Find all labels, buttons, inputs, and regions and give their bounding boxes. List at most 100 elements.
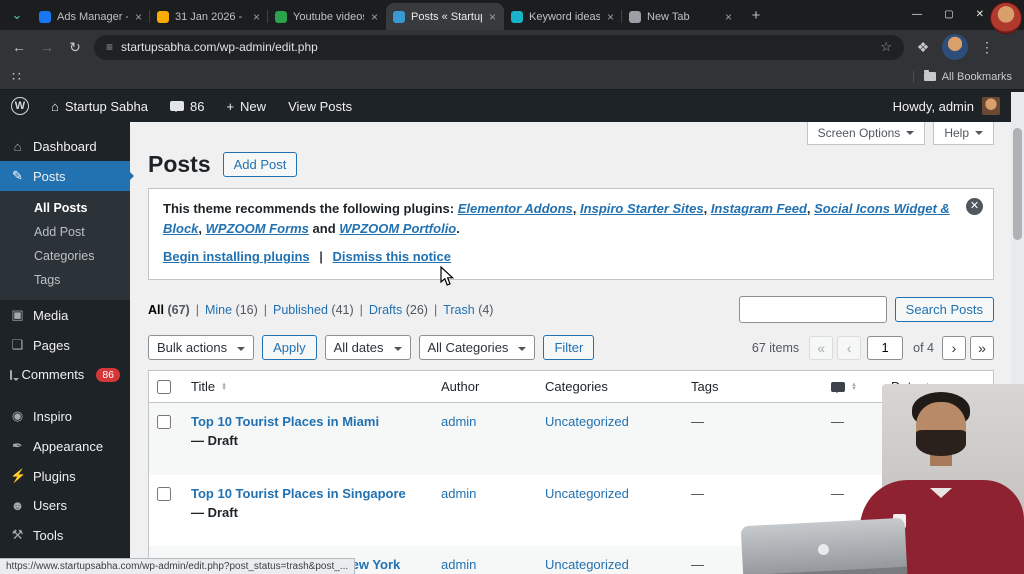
- sidebar-item-dashboard[interactable]: ⌂ Dashboard: [0, 132, 130, 161]
- close-button[interactable]: ✕: [976, 9, 984, 20]
- select-all-checkbox[interactable]: [157, 380, 171, 395]
- post-title-link[interactable]: Top 10 Tourist Places in Singapore: [191, 486, 406, 501]
- notice-part[interactable]: WPZOOM Forms: [206, 221, 309, 236]
- current-page-input[interactable]: [867, 335, 904, 360]
- scrollbar-thumb[interactable]: [1013, 128, 1022, 240]
- dismiss-notice-link[interactable]: Dismiss this notice: [333, 249, 451, 264]
- filter-link[interactable]: Drafts (26): [369, 303, 428, 317]
- prev-page-button[interactable]: ‹: [837, 335, 862, 360]
- browser-tab[interactable]: Keyword ideas - M...: [504, 3, 622, 30]
- all-categories-select[interactable]: All Categories: [418, 335, 536, 361]
- wp-logo-menu[interactable]: W: [0, 90, 40, 122]
- browser-tab[interactable]: Ads Manager - M...: [32, 3, 150, 30]
- author-link[interactable]: admin: [441, 486, 476, 501]
- filter-count: (67): [167, 302, 190, 317]
- author-link[interactable]: admin: [441, 414, 476, 429]
- bookmark-star-icon[interactable]: ☆: [880, 39, 892, 55]
- browser-tab[interactable]: New Tab: [621, 3, 740, 30]
- address-bar[interactable]: ≡ startupsabha.com/wp-admin/edit.php ☆: [94, 34, 904, 60]
- site-info-icon[interactable]: ≡: [106, 40, 113, 54]
- sidebar-item-label: Tools: [33, 527, 64, 543]
- minimize-button[interactable]: —: [912, 9, 922, 20]
- all-bookmarks[interactable]: All Bookmarks: [912, 70, 1012, 83]
- browser-tab[interactable]: Posts « Startup Sab...: [386, 3, 504, 30]
- notice-text-line: This theme recommends the following plug…: [163, 199, 959, 239]
- adminbar-new[interactable]: + New: [215, 90, 277, 122]
- browser-profile-avatar[interactable]: [942, 34, 968, 60]
- separator: |: [359, 302, 363, 317]
- notice-part[interactable]: Inspiro Starter Sites: [580, 201, 704, 216]
- submenu-item[interactable]: Tags: [0, 268, 130, 292]
- begin-installing-plugins-link[interactable]: Begin installing plugins: [163, 249, 310, 264]
- category-link[interactable]: Uncategorized: [545, 414, 629, 429]
- adminbar-account[interactable]: Howdy, admin: [893, 97, 1024, 115]
- last-page-button[interactable]: »: [970, 335, 994, 360]
- filter-link[interactable]: Mine (16): [205, 303, 258, 317]
- first-page-button[interactable]: «: [809, 335, 834, 360]
- filter-button[interactable]: Filter: [543, 335, 595, 361]
- screen-options-label: Screen Options: [817, 126, 901, 140]
- tab-favicon: [629, 10, 641, 23]
- tab-title: Keyword ideas - M...: [529, 10, 600, 23]
- browser-menu-icon[interactable]: ⋮: [978, 39, 996, 56]
- adminbar-comments[interactable]: 86: [159, 90, 215, 122]
- filter-link[interactable]: Trash (4): [443, 303, 493, 317]
- row-checkbox[interactable]: [157, 415, 171, 430]
- all-bookmarks-label: All Bookmarks: [941, 70, 1012, 83]
- post-title-link[interactable]: Top 10 Tourist Places in Miami: [191, 414, 379, 429]
- tab-close-icon[interactable]: [488, 10, 497, 24]
- category-link[interactable]: Uncategorized: [545, 486, 629, 501]
- tab-close-icon[interactable]: [134, 10, 143, 24]
- column-header-title[interactable]: Title ▲ ▼: [183, 371, 433, 402]
- submenu-item[interactable]: Add Post: [0, 220, 130, 244]
- row-checkbox[interactable]: [157, 486, 171, 501]
- search-posts-button[interactable]: Search Posts: [894, 297, 994, 323]
- apps-grid-icon[interactable]: ∷: [12, 68, 22, 85]
- new-tab-button[interactable]: +: [744, 3, 768, 27]
- filter-link[interactable]: Published (41): [273, 303, 354, 317]
- submenu-item[interactable]: All Posts: [0, 196, 130, 220]
- search-input[interactable]: [738, 296, 887, 324]
- all-dates-select[interactable]: All dates: [324, 335, 411, 361]
- adminbar-view-posts[interactable]: View Posts: [277, 90, 363, 122]
- sidebar-item[interactable]: ❏ Pages: [0, 330, 130, 360]
- sidebar-item[interactable]: ☻ Users: [0, 491, 130, 520]
- tab-close-icon[interactable]: [724, 10, 733, 24]
- bulk-actions-select[interactable]: Bulk actions: [148, 335, 255, 361]
- tab-search-icon[interactable]: ⌄: [4, 2, 30, 28]
- sidebar-item[interactable]: ◉ Inspiro: [0, 401, 130, 431]
- screen-options-button[interactable]: Screen Options: [806, 122, 926, 145]
- sidebar-item[interactable]: ▣ Media: [0, 300, 130, 330]
- filter-link[interactable]: All (67): [148, 303, 190, 317]
- help-button[interactable]: Help: [933, 122, 994, 145]
- next-page-button[interactable]: ›: [942, 335, 966, 360]
- extensions-icon[interactable]: ❖: [914, 39, 932, 56]
- sidebar-item[interactable]: Comments 86: [0, 360, 130, 389]
- sidebar-item[interactable]: ⚒ Tools: [0, 520, 130, 550]
- add-post-button[interactable]: Add Post: [222, 152, 298, 177]
- sidebar-item-posts[interactable]: ✎ Posts: [0, 161, 134, 191]
- category-link[interactable]: Uncategorized: [545, 557, 629, 572]
- author-link[interactable]: admin: [441, 557, 476, 572]
- apply-button[interactable]: Apply: [262, 335, 317, 361]
- forward-icon[interactable]: →: [38, 39, 56, 55]
- back-icon[interactable]: ←: [10, 39, 28, 55]
- notice-part: ,: [198, 221, 206, 237]
- notice-part[interactable]: WPZOOM Portfolio: [339, 221, 456, 236]
- sidebar-item[interactable]: ⚡ Plugins: [0, 461, 130, 491]
- notice-part[interactable]: Instagram Feed: [711, 201, 807, 216]
- submenu-item-label: Categories: [34, 249, 95, 263]
- browser-tab[interactable]: 31 Jan 2026 - Goo...: [149, 3, 268, 30]
- maximize-button[interactable]: ▢: [944, 9, 953, 20]
- tab-close-icon[interactable]: [252, 10, 261, 24]
- dismiss-notice-icon[interactable]: ✕: [966, 198, 983, 215]
- submenu-item[interactable]: Categories: [0, 244, 130, 268]
- notice-part[interactable]: Elementor Addons: [458, 201, 573, 216]
- sidebar-item[interactable]: ✒ Appearance: [0, 431, 130, 461]
- tab-close-icon[interactable]: [606, 10, 615, 24]
- site-name-menu[interactable]: ⌂ Startup Sabha: [40, 90, 159, 122]
- tab-close-icon[interactable]: [370, 10, 379, 24]
- reload-icon[interactable]: ↻: [66, 39, 84, 56]
- browser-tab-strip: ⌄ Ads Manager - M... 31 Jan 2026 - Goo..…: [0, 0, 1024, 30]
- browser-tab[interactable]: Youtube videos co...: [267, 3, 386, 30]
